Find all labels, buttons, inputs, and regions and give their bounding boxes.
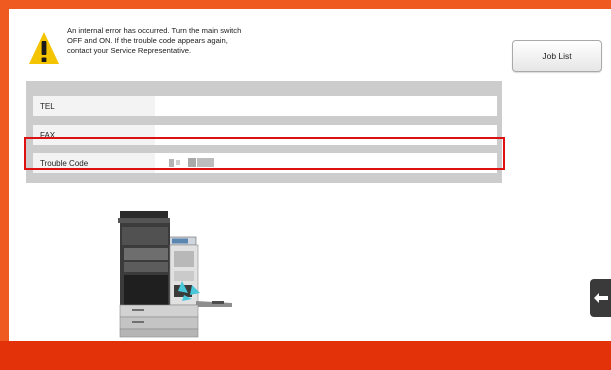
left-arrow-icon — [593, 293, 608, 303]
printer-jam-illustration — [118, 211, 232, 338]
side-tab-button[interactable] — [590, 279, 611, 317]
left-frame-bar — [0, 0, 9, 344]
warning-icon — [29, 32, 59, 64]
tel-label: TEL — [33, 96, 155, 116]
trouble-code-highlight — [24, 137, 505, 170]
top-frame-bar — [0, 0, 611, 9]
error-message-line: OFF and ON. If the trouble code appears … — [67, 36, 228, 45]
tel-row: TEL — [33, 96, 497, 116]
error-panel: An internal error has occurred. Turn the… — [9, 9, 611, 341]
bottom-status-bar — [0, 341, 611, 370]
error-message: An internal error has occurred. Turn the… — [67, 26, 317, 56]
tel-value — [155, 96, 497, 116]
error-message-line: contact your Service Representative. — [67, 46, 192, 55]
job-list-button[interactable]: Job List — [512, 40, 602, 72]
error-message-line: An internal error has occurred. Turn the… — [67, 26, 242, 35]
